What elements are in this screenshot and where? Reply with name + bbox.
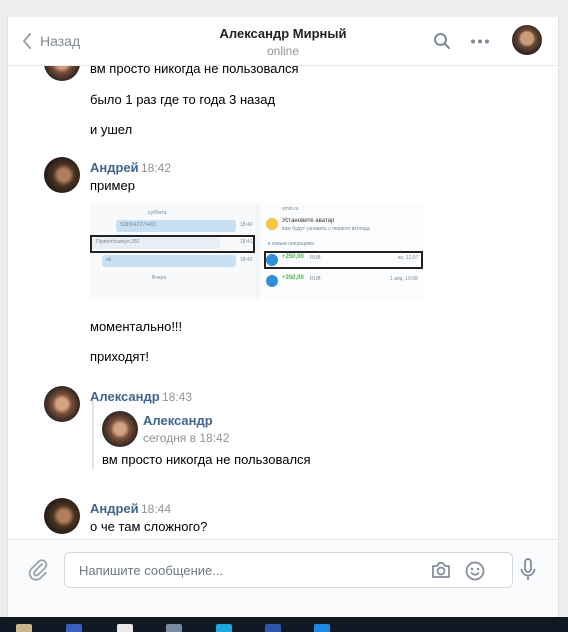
more-icon[interactable]: [470, 39, 490, 44]
photo-row-time: 18:40: [240, 222, 253, 228]
forwarded-quote-bar: [92, 401, 94, 469]
taskbar-app-icon[interactable]: [314, 624, 330, 632]
message-text: и ушел: [90, 122, 133, 137]
photo-subtitle: вам будут узнавать с первого взгляда: [282, 226, 370, 232]
os-taskbar: [0, 617, 568, 632]
photo-title: Установите аватар: [282, 218, 335, 224]
message-input[interactable]: Напишите сообщение...: [64, 552, 513, 588]
photo-section-label: к новым операциям: [268, 241, 314, 247]
photo-row-time: 18:42: [240, 257, 253, 263]
avatar[interactable]: [44, 65, 80, 81]
quote-text: вм просто никогда не пользовался: [102, 452, 311, 467]
photo-chat-panel: суббота 5280042276403 18:40 Привет/скину…: [90, 203, 255, 299]
online-status: online: [266, 44, 300, 58]
emoji-icon[interactable]: [465, 561, 485, 581]
photo-op-time: 1 апр, 10:08: [390, 276, 418, 282]
message-text: вм просто никогда не пользовался: [90, 65, 299, 76]
avatar[interactable]: [44, 386, 80, 422]
camera-icon[interactable]: [430, 560, 452, 580]
message-text: пример: [90, 178, 135, 193]
quote-author[interactable]: Александр: [143, 413, 213, 428]
message-author[interactable]: Александр: [90, 389, 160, 404]
microphone-icon[interactable]: [520, 558, 536, 582]
message-text: о че там сложного?: [90, 519, 208, 534]
taskbar-app-icon[interactable]: [16, 624, 32, 632]
photo-bubble: [102, 255, 236, 267]
photo-amount: +350,00: [282, 275, 304, 281]
taskbar-app-icon[interactable]: [166, 624, 182, 632]
message-placeholder: Напишите сообщение...: [79, 563, 224, 578]
highlight-frame: [90, 235, 255, 253]
message-author[interactable]: Андрей: [90, 501, 139, 516]
message-time[interactable]: 18:42: [141, 161, 171, 175]
chat-header: Назад Александр Мирный online: [8, 17, 558, 66]
photo-site: vmlo.ru: [282, 206, 299, 212]
photo-currency: RUB: [310, 276, 321, 282]
photo-icon: [266, 275, 278, 287]
message-text: приходят!: [90, 349, 150, 364]
header-avatar[interactable]: [512, 25, 542, 55]
photo-row-text: 5280042276403: [120, 222, 157, 228]
photo-day-label: суббота: [148, 210, 167, 216]
taskbar-app-icon[interactable]: [117, 624, 133, 632]
taskbar-app-icon[interactable]: [66, 624, 82, 632]
message-composer: Напишите сообщение...: [8, 539, 558, 617]
message-text: моментально!!!: [90, 319, 183, 334]
message-time[interactable]: 18:44: [141, 502, 171, 516]
taskbar-app-icon[interactable]: [265, 624, 281, 632]
quote-time[interactable]: сегодня в 18:42: [143, 431, 229, 445]
photo-day-label: Вчера: [152, 275, 167, 281]
avatar[interactable]: [44, 157, 80, 193]
chat-window: Назад Александр Мирный online вм просто …: [7, 17, 559, 617]
quote-avatar[interactable]: [102, 411, 138, 447]
avatar[interactable]: [44, 498, 80, 534]
message-text: было 1 раз где то года 3 назад: [90, 92, 276, 107]
message-list[interactable]: вм просто никогда не пользовался было 1 …: [8, 65, 558, 539]
highlight-frame: [264, 251, 423, 269]
message-author[interactable]: Андрей: [90, 160, 139, 175]
search-icon[interactable]: [433, 32, 451, 50]
photo-icon: [266, 218, 278, 230]
message-time[interactable]: 18:43: [162, 390, 192, 404]
photo-row-text: ok: [106, 257, 112, 263]
photo-wallet-panel: vmlo.ru Установите аватар вам будут узна…: [260, 203, 424, 299]
attached-photo[interactable]: суббота 5280042276403 18:40 Привет/скину…: [90, 203, 424, 299]
taskbar-app-icon[interactable]: [216, 624, 232, 632]
paperclip-icon[interactable]: [26, 558, 50, 582]
